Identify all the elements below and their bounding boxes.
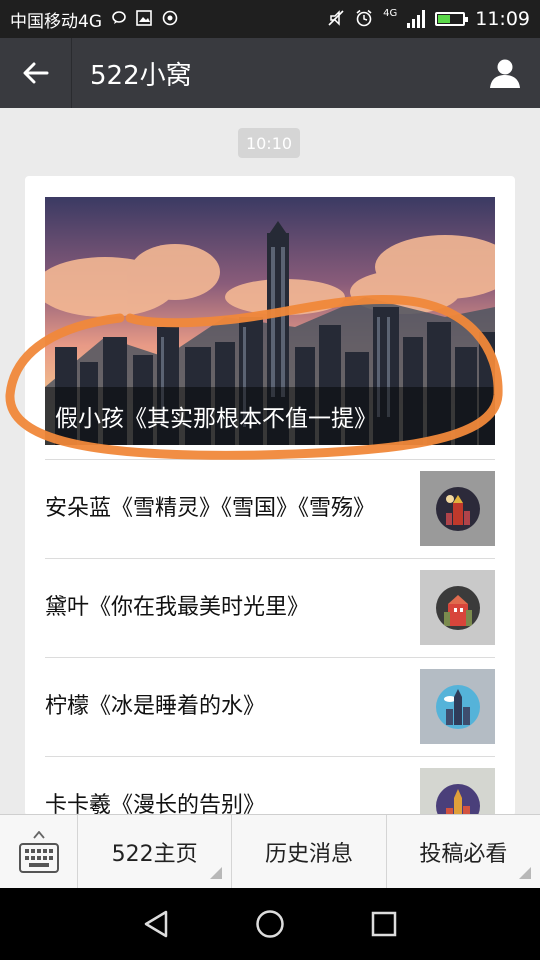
keyboard-toggle-button[interactable] <box>0 815 78 888</box>
article-list-item[interactable]: 柠檬《冰是睡着的水》 <box>45 657 495 755</box>
article-thumbnail <box>420 768 495 816</box>
article-card[interactable]: 假小孩《其实那根本不值一提》 安朵蓝《雪精灵》《雪国》《雪殇》 黛叶《你在我最美… <box>25 176 515 816</box>
carrier-label: 中国移动4G <box>10 11 102 32</box>
cover-caption: 假小孩《其实那根本不值一提》 <box>45 387 495 445</box>
article-list-item[interactable]: 黛叶《你在我最美时光里》 <box>45 558 495 656</box>
page-title: 522小窝 <box>90 60 192 91</box>
menu-button-home[interactable]: 522主页 <box>78 815 233 888</box>
menu-button-history[interactable]: 历史消息 <box>232 815 387 888</box>
article-list-item[interactable]: 安朵蓝《雪精灵》《雪国》《雪殇》 <box>45 459 495 557</box>
title-bar: 522小窝 <box>0 38 540 108</box>
submenu-corner-icon <box>210 867 223 879</box>
article-list-item[interactable]: 卡卡羲《漫长的告别》 <box>45 756 495 816</box>
chevron-up-icon <box>32 830 45 839</box>
nav-recents-icon[interactable] <box>371 911 397 937</box>
alarm-icon <box>355 9 373 30</box>
article-cover[interactable]: 假小孩《其实那根本不值一提》 <box>45 197 495 445</box>
menu-bar: 522主页 历史消息 投稿必看 <box>0 814 540 888</box>
system-nav-bar <box>0 888 540 960</box>
signal-icon <box>407 10 426 28</box>
article-thumbnail <box>420 570 495 645</box>
battery-icon <box>435 12 469 26</box>
chat-bubble-icon <box>112 10 126 28</box>
article-title: 柠檬《冰是睡着的水》 <box>45 694 266 719</box>
message-timestamp: 10:10 <box>238 128 300 158</box>
person-icon <box>490 59 520 88</box>
menu-button-label: 投稿必看 <box>419 841 508 867</box>
network-type-label: 4G <box>383 8 398 19</box>
target-icon <box>162 10 178 29</box>
menu-button-submission[interactable]: 投稿必看 <box>387 815 540 888</box>
status-bar: 中国移动4G 4G 11:09 <box>0 0 540 38</box>
article-thumbnail <box>420 669 495 744</box>
mute-icon <box>327 9 345 30</box>
clock-time: 11:09 <box>475 8 530 30</box>
nav-back-icon[interactable] <box>143 910 169 938</box>
menu-button-label: 历史消息 <box>264 841 353 867</box>
menu-button-label: 522主页 <box>111 841 198 867</box>
back-button[interactable] <box>0 38 72 108</box>
nav-home-icon[interactable] <box>255 909 285 939</box>
profile-button[interactable] <box>470 38 540 108</box>
image-icon <box>136 9 152 29</box>
submenu-corner-icon <box>518 867 531 879</box>
keyboard-icon <box>18 842 59 873</box>
back-arrow-icon <box>23 62 48 84</box>
article-title: 卡卡羲《漫长的告别》 <box>45 793 266 816</box>
article-title: 安朵蓝《雪精灵》《雪国》《雪殇》 <box>45 496 376 521</box>
article-thumbnail <box>420 471 495 546</box>
article-title: 黛叶《你在我最美时光里》 <box>45 595 310 620</box>
